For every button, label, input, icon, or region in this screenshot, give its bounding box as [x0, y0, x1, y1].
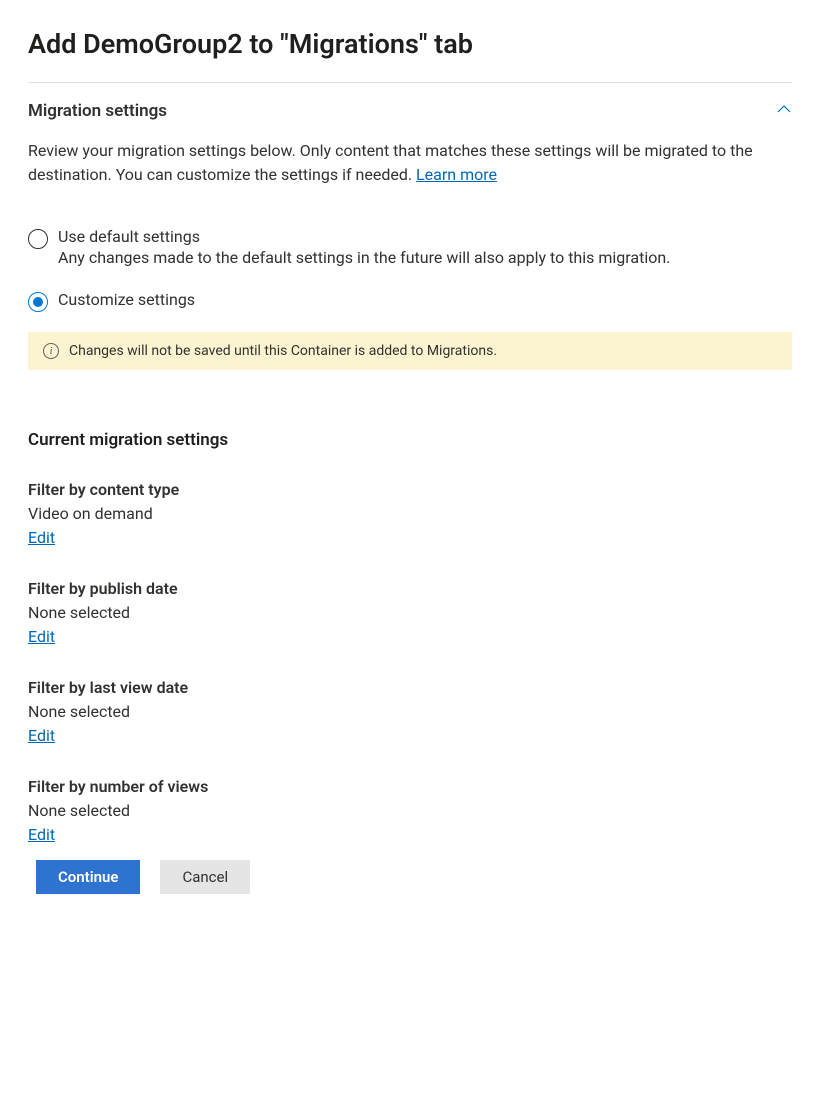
section-description: Review your migration settings below. On…: [28, 139, 792, 187]
info-banner-text: Changes will not be saved until this Con…: [69, 343, 497, 359]
radio-option-default[interactable]: Use default settings Any changes made to…: [28, 227, 792, 270]
filter-value: Video on demand: [28, 504, 792, 523]
info-banner: i Changes will not be saved until this C…: [28, 332, 792, 370]
filter-title: Filter by number of views: [28, 777, 792, 796]
filter-title: Filter by last view date: [28, 678, 792, 697]
chevron-up-icon[interactable]: [776, 101, 792, 121]
filter-group-last-view-date: Filter by last view date None selected E…: [28, 678, 792, 745]
filter-value: None selected: [28, 702, 792, 721]
section-title: Migration settings: [28, 101, 167, 121]
filter-title: Filter by content type: [28, 480, 792, 499]
radio-circle-default[interactable]: [28, 229, 48, 249]
description-text: Review your migration settings below. On…: [28, 141, 753, 184]
divider: [28, 82, 792, 83]
filter-value: None selected: [28, 603, 792, 622]
filter-group-number-of-views: Filter by number of views None selected …: [28, 777, 792, 844]
page-title: Add DemoGroup2 to "Migrations" tab: [28, 28, 792, 60]
radio-label-customize: Customize settings: [58, 290, 792, 309]
learn-more-link[interactable]: Learn more: [416, 165, 497, 184]
filter-group-content-type: Filter by content type Video on demand E…: [28, 480, 792, 547]
radio-content-customize: Customize settings: [58, 290, 792, 309]
filter-value: None selected: [28, 801, 792, 820]
section-header: Migration settings: [28, 101, 792, 121]
info-icon: i: [43, 343, 59, 359]
edit-link-number-of-views[interactable]: Edit: [28, 825, 55, 844]
button-row: Continue Cancel: [28, 860, 792, 894]
current-settings-title: Current migration settings: [28, 430, 792, 450]
radio-group: Use default settings Any changes made to…: [28, 227, 792, 312]
radio-option-customize[interactable]: Customize settings: [28, 290, 792, 312]
radio-circle-customize[interactable]: [28, 292, 48, 312]
edit-link-last-view-date[interactable]: Edit: [28, 726, 55, 745]
radio-sublabel-default: Any changes made to the default settings…: [58, 248, 670, 267]
continue-button[interactable]: Continue: [36, 860, 140, 894]
radio-label-default: Use default settings: [58, 227, 792, 246]
cancel-button[interactable]: Cancel: [160, 860, 250, 894]
edit-link-publish-date[interactable]: Edit: [28, 627, 55, 646]
edit-link-content-type[interactable]: Edit: [28, 528, 55, 547]
filter-title: Filter by publish date: [28, 579, 792, 598]
radio-content-default: Use default settings Any changes made to…: [58, 227, 792, 270]
filter-group-publish-date: Filter by publish date None selected Edi…: [28, 579, 792, 646]
